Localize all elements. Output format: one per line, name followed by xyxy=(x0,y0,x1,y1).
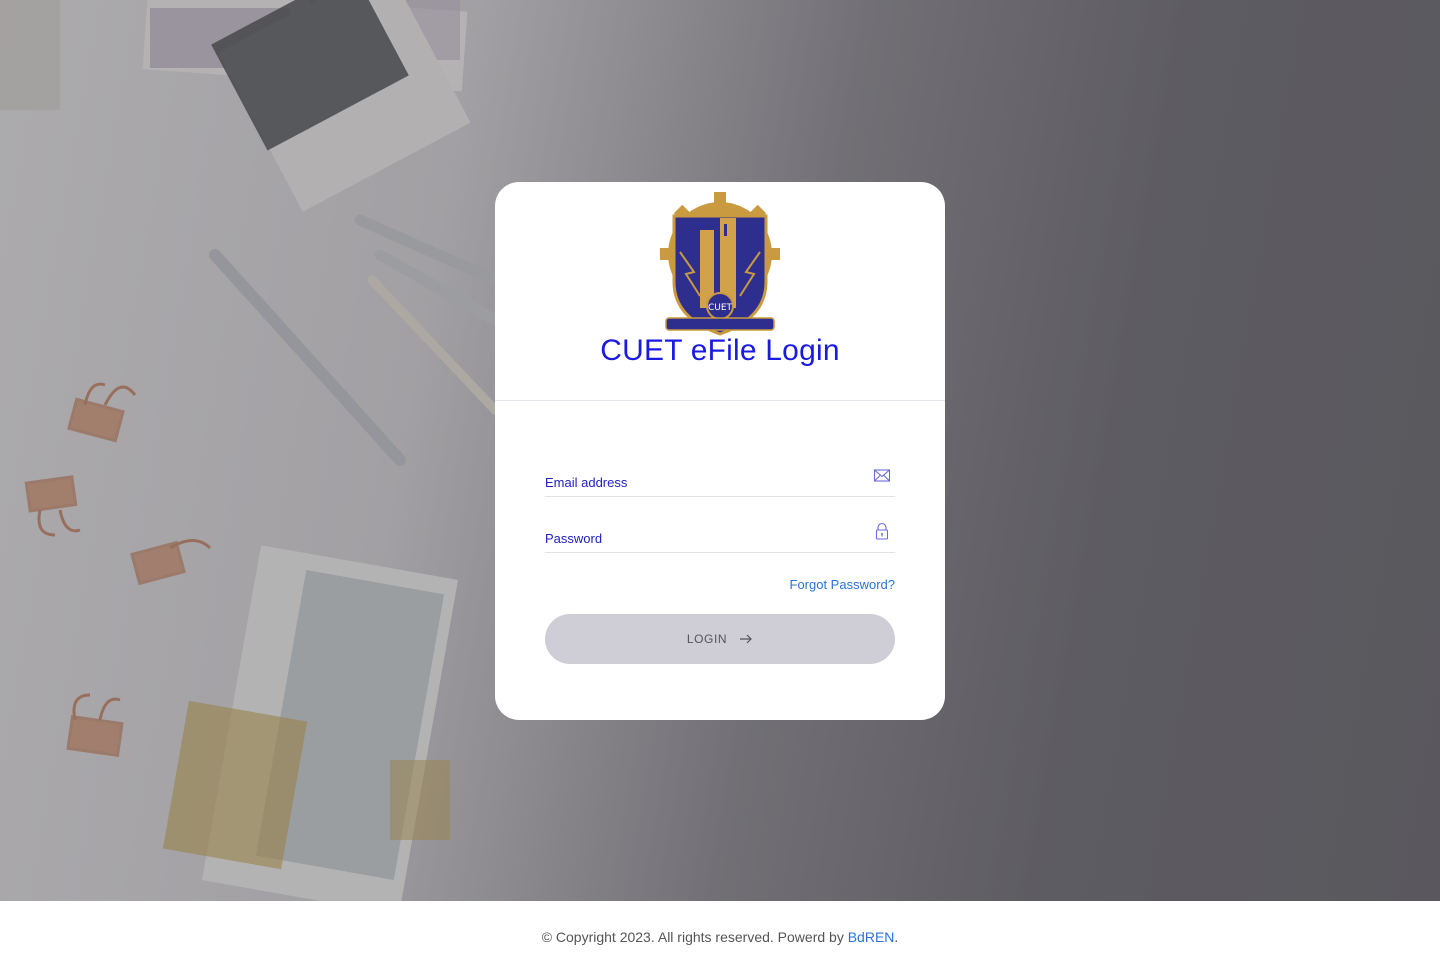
footer: © Copyright 2023. All rights reserved. P… xyxy=(0,901,1440,970)
email-input[interactable] xyxy=(545,475,855,490)
password-input[interactable] xyxy=(545,531,855,546)
login-button[interactable]: LOGIN xyxy=(545,614,895,664)
password-field-wrapper xyxy=(545,508,895,553)
footer-copyright: © Copyright 2023. All rights reserved. P… xyxy=(541,929,848,945)
footer-brand-link[interactable]: BdREN xyxy=(848,929,895,945)
footer-trail: . xyxy=(894,929,899,945)
envelope-icon xyxy=(873,469,891,482)
lock-icon xyxy=(875,522,889,540)
login-button-label: LOGIN xyxy=(686,632,728,646)
login-card-header: CUET CUET eFile Login xyxy=(495,182,945,401)
cuet-logo-icon: CUET xyxy=(660,192,780,336)
page-title: CUET eFile Login xyxy=(600,334,840,367)
forgot-password-link[interactable]: Forgot Password? xyxy=(545,577,896,592)
logo-text: CUET xyxy=(708,303,733,313)
email-field-wrapper xyxy=(545,452,895,497)
login-form: Forgot Password? LOGIN xyxy=(545,452,895,664)
arrow-right-icon xyxy=(740,634,753,644)
login-card: CUET CUET eFile Login Email address Forg… xyxy=(495,182,945,720)
login-page: CUET CUET eFile Login Email address Forg… xyxy=(0,0,1440,970)
